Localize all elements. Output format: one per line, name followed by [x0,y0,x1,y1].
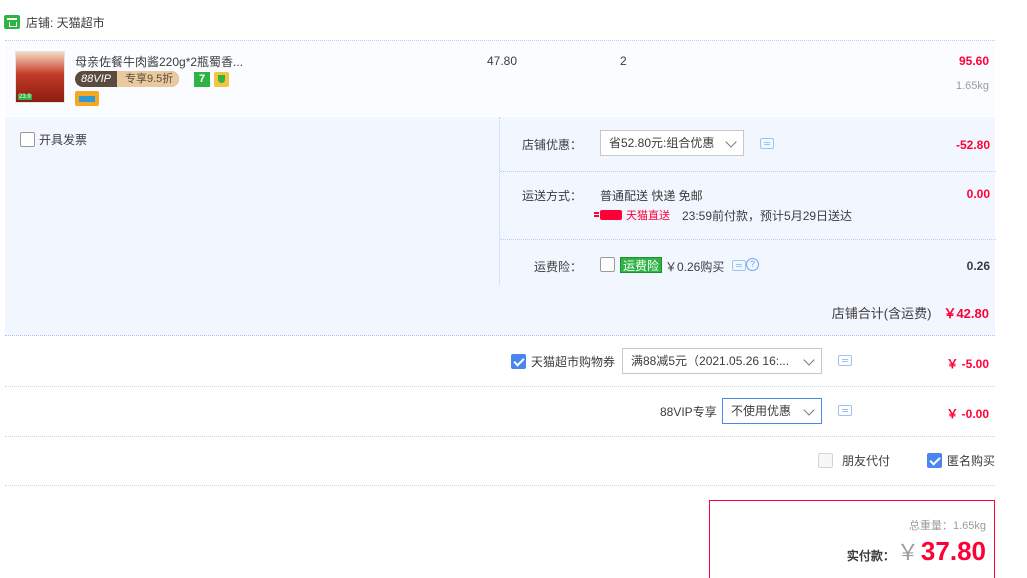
card-payment-icon[interactable] [75,91,99,106]
shipping-label: 运送方式： [521,189,582,203]
shop-total-value: ￥42.80 [943,306,989,321]
coupon-select[interactable]: 满88减5元（2021.05.26 16:... [622,348,822,374]
item-title[interactable]: 母亲佐餐牛肉酱220g*2瓶蜀香... [75,53,255,70]
shop-discount-select[interactable]: 省52.80元:组合优惠 [600,130,744,156]
friend-pay-option[interactable]: 朋友代付 [818,452,890,469]
shop-total-label: 店铺合计(含运费) [831,306,932,321]
invoice-label: 开具发票 [39,133,88,147]
shop-total: 店铺合计(含运费) ￥42.80 [832,303,989,322]
section-divider [5,335,995,336]
shop-discount-value: 省52.80元:组合优惠 [609,136,715,150]
store-header: 店铺: 天猫超市 [4,12,105,32]
insurance-price: ￥0.26购买 [665,260,725,274]
tmall-logo-icon [594,210,622,220]
anonymous-label: 匿名购买 [947,454,996,468]
store-icon [4,15,20,29]
friend-pay-checkbox[interactable] [818,453,833,468]
coupon-option[interactable]: 天猫超市购物券 [511,353,615,370]
coupon-value: 满88减5元（2021.05.26 16:... [631,354,790,368]
chevron-down-icon [803,354,815,366]
vip-row: 88VIP专享 不使用优惠 ￥ -0.00 [5,387,995,437]
product-thumbnail[interactable]: 23.9 [15,51,65,103]
item-subtotal: 95.60 [958,54,989,68]
shipping-row: 运送方式： 普通配送 快递 免邮 天猫直送 23:59前付款，预计5月29日送达… [500,172,996,240]
vip-discount-badge: 88VIP 专享9.5折 [75,71,180,87]
item-row: 23.9 母亲佐餐牛肉酱220g*2瓶蜀香... 88VIP 专享9.5折 7 … [5,40,995,116]
order-options: 开具发票 店铺优惠： 省52.80元:组合优惠 -52.80 运送方式： 普通配… [5,117,996,335]
tmall-direct: 天猫直送 [594,207,670,223]
thumb-price-tag: 23.9 [18,94,32,100]
chevron-down-icon [803,404,815,416]
invoice-checkbox[interactable] [20,132,35,147]
invoice-option[interactable]: 开具发票 [20,131,87,148]
payment-total: 实付款： ￥ 37.80 [847,535,986,567]
shop-discount-amount: -52.80 [955,138,990,152]
vip-badge-left: 88VIP [81,73,111,85]
insurance-tag: 运费险 [620,257,663,273]
vip-select[interactable]: 不使用优惠 [722,398,822,424]
vip-value: 不使用优惠 [731,404,792,418]
guarantee-shield-icon[interactable] [214,72,229,87]
shipping-method: 普通配送 快递 免邮 [600,189,703,203]
shop-discount-row: 店铺优惠： 省52.80元:组合优惠 -52.80 [500,117,996,172]
help-icon[interactable]: ? [746,258,759,271]
coupon-row: 天猫超市购物券 满88减5元（2021.05.26 16:... ￥ -5.00 [5,337,995,387]
unit-price: 47.80 [487,54,518,68]
message-icon[interactable] [760,138,774,149]
currency-symbol: ￥ [896,540,919,565]
shop-discount-label: 店铺优惠： [521,138,582,152]
chevron-down-icon [725,136,737,148]
quantity: 2 [620,54,627,68]
vip-amount: ￥ -0.00 [946,407,989,421]
vip-label: 88VIP专享 [660,405,717,419]
delivery-eta: 23:59前付款，预计5月29日送达 [682,209,853,223]
payment-label: 实付款： [846,549,895,563]
message-icon[interactable] [732,260,746,271]
payment-options-row: 朋友代付 匿名购买 [5,437,995,486]
tmall-direct-label: 天猫直送 [626,210,670,222]
anonymous-checkbox[interactable] [927,453,942,468]
insurance-row: 运费险： 运费险 ￥0.26购买 ? 0.26 [500,240,996,285]
store-name[interactable]: 店铺: 天猫超市 [26,14,105,31]
insurance-checkbox[interactable] [600,257,615,272]
vip-badge-right: 专享9.5折 [116,71,180,87]
insurance-amount: 0.26 [966,259,990,273]
total-weight: 总重量：1.65kg [908,520,986,532]
coupon-checkbox[interactable] [511,354,526,369]
message-icon[interactable] [838,405,852,416]
payment-amount: 37.80 [920,536,986,566]
coupon-label: 天猫超市购物券 [531,355,616,369]
shop-options-panel: 店铺优惠： 省52.80元:组合优惠 -52.80 运送方式： 普通配送 快递 … [499,117,996,285]
payment-summary: 总重量：1.65kg 实付款： ￥ 37.80 [709,500,995,578]
item-weight: 1.65kg [955,80,989,92]
seven-day-return-icon[interactable]: 7 [194,72,210,87]
friend-pay-label: 朋友代付 [842,454,891,468]
coupon-amount: ￥ -5.00 [946,357,989,371]
insurance-label: 运费险： [533,260,582,274]
shipping-amount: 0.00 [966,187,990,201]
anonymous-option[interactable]: 匿名购买 [927,452,995,469]
message-icon[interactable] [838,355,852,366]
